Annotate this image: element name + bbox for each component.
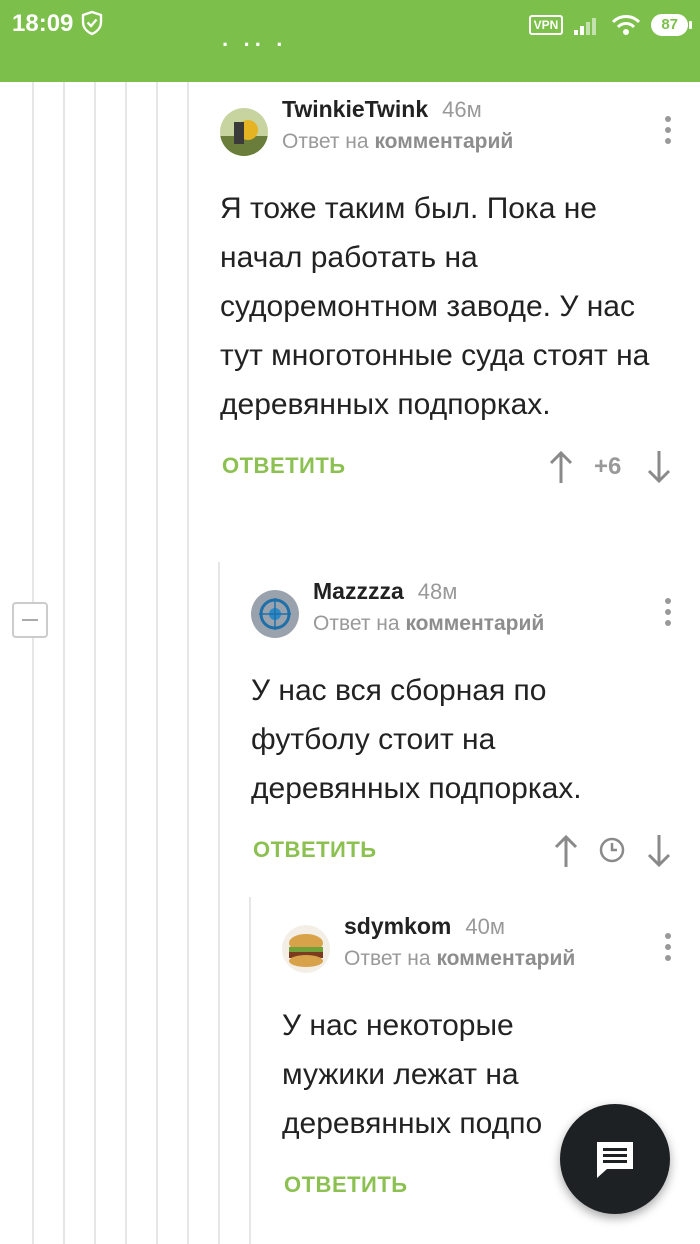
comment-actions: ОТВЕТИТЬ <box>251 827 700 877</box>
status-bar: 18:09 · ·· · VPN 87 <box>0 0 700 82</box>
avatar[interactable] <box>251 590 299 638</box>
comment-actions: ОТВЕТИТЬ +6 <box>220 443 700 493</box>
reply-to-line: Ответ на комментарий <box>344 947 576 970</box>
parent-comment-link[interactable]: комментарий <box>436 947 575 970</box>
reply-to-line: Ответ на комментарий <box>282 130 514 153</box>
avatar[interactable] <box>220 108 268 156</box>
parent-comment-link[interactable]: комментарий <box>405 612 544 635</box>
more-options-icon[interactable] <box>664 116 672 152</box>
comment-rating: +6 <box>594 453 622 480</box>
more-options-icon[interactable] <box>664 933 672 969</box>
more-options-icon[interactable] <box>664 598 672 634</box>
comment-icon <box>597 1142 633 1178</box>
avatar[interactable] <box>282 925 330 973</box>
vote-down-icon[interactable] <box>644 447 674 487</box>
vpn-badge: VPN <box>528 15 564 35</box>
status-time: 18:09 <box>12 10 74 37</box>
shield-check-icon <box>81 10 103 36</box>
comment-text: Я тоже таким был. Пока не начал работать… <box>220 192 650 421</box>
reply-button[interactable]: ОТВЕТИТЬ <box>284 1172 408 1198</box>
parent-comment-link[interactable]: комментарий <box>374 130 513 153</box>
vote-up-icon[interactable] <box>551 831 581 871</box>
title-fragment: · ·· · <box>222 32 288 57</box>
comment-header: TwinkieTwink 46м Ответ на комментарий <box>220 96 700 158</box>
signal-icon <box>574 18 597 35</box>
comment-text: У нас некоторые мужики лежат на деревянн… <box>282 1009 543 1140</box>
reply-button[interactable]: ОТВЕТИТЬ <box>253 837 377 863</box>
comment-author[interactable]: TwinkieTwink 46м <box>282 96 482 123</box>
battery-indicator: 87 <box>651 14 692 36</box>
comment-age: 40м <box>465 914 505 939</box>
reply-to-line: Ответ на комментарий <box>313 612 545 635</box>
comment-header: sdymkom 40м Ответ на комментарий <box>282 913 700 975</box>
reply-button[interactable]: ОТВЕТИТЬ <box>222 453 346 479</box>
clock-icon <box>599 837 625 863</box>
vote-down-icon[interactable] <box>644 831 674 871</box>
comment: TwinkieTwink 46м Ответ на комментарий Я т… <box>220 96 700 493</box>
collapse-thread-button[interactable] <box>12 602 48 638</box>
comment-text: У нас вся сборная по футболу стоит на де… <box>251 674 582 805</box>
comment-header: Mazzzza 48м Ответ на комментарий <box>251 578 700 640</box>
comment: Mazzzza 48м Ответ на комментарий У нас вс… <box>251 578 700 877</box>
vote-up-icon[interactable] <box>546 447 576 487</box>
comment-age: 46м <box>442 97 482 122</box>
comment-age: 48м <box>417 579 458 604</box>
comment-author[interactable]: Mazzzza 48м <box>313 578 457 605</box>
comment-author[interactable]: sdymkom 40м <box>344 913 505 940</box>
wifi-icon <box>612 15 641 35</box>
new-comment-button[interactable] <box>560 1104 670 1214</box>
